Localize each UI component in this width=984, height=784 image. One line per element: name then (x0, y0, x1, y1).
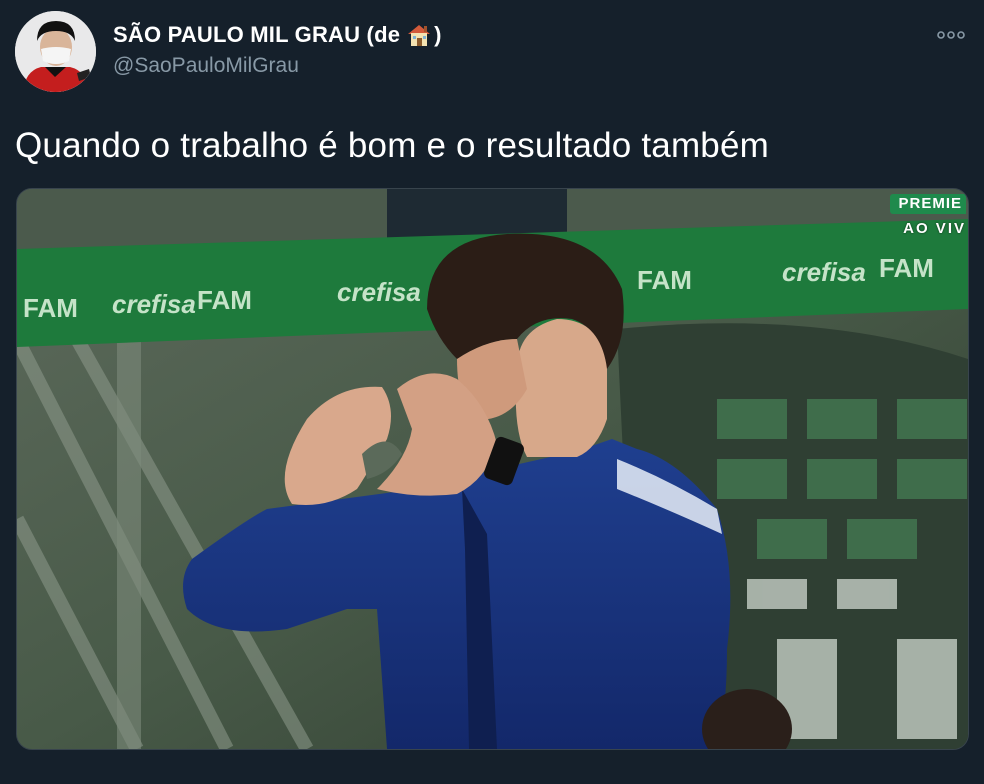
broadcaster-label: PREMIE (890, 194, 966, 214)
coach-heart-gesture-photo: FAM crefisa FAM crefisa FAM crefisa FAM (17, 189, 968, 749)
avatar[interactable] (15, 11, 96, 92)
avatar-image (15, 11, 96, 92)
banner-word-6: crefisa (782, 257, 866, 287)
house-emoji-icon (406, 23, 432, 47)
banner-word-1: FAM (23, 293, 78, 323)
tweet: SÃO PAULO MIL GRAU (de ) @SaoPauloMilGra… (0, 0, 984, 784)
live-label: AO VIV (903, 220, 966, 237)
author-block: SÃO PAULO MIL GRAU (de ) @SaoPauloMilGra… (113, 22, 442, 78)
banner-word-4: crefisa (337, 277, 421, 307)
more-options-icon[interactable] (936, 25, 966, 45)
display-name-text: SÃO PAULO MIL GRAU (de (113, 22, 401, 47)
tweet-text: Quando o trabalho é bom e o resultado ta… (15, 126, 769, 165)
display-name-suffix: ) (434, 22, 442, 47)
user-handle[interactable]: @SaoPauloMilGrau (113, 54, 442, 78)
display-name[interactable]: SÃO PAULO MIL GRAU (de ) (113, 22, 442, 48)
banner-word-3: FAM (197, 285, 252, 315)
banner-word-5: FAM (637, 265, 692, 295)
banner-word-2: crefisa (112, 289, 196, 319)
tweet-media-image[interactable]: FAM crefisa FAM crefisa FAM crefisa FAM (16, 188, 969, 750)
banner-word-7: FAM (879, 253, 934, 283)
